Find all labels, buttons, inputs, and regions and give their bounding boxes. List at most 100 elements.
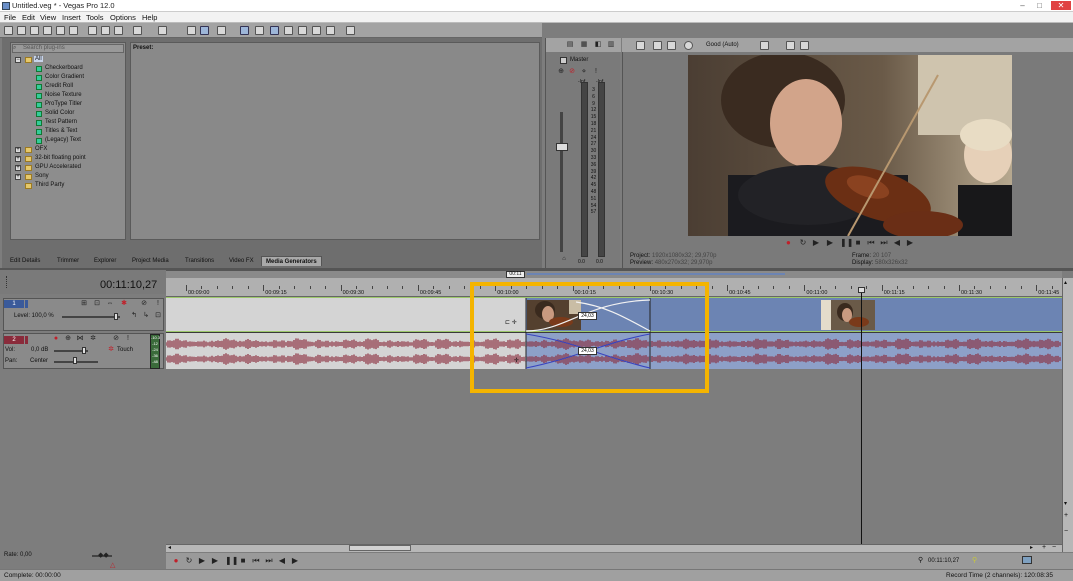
track-motion-icon[interactable]: ⊞ bbox=[80, 300, 88, 308]
tree-item-32bit[interactable]: 32-bit floating point bbox=[35, 155, 86, 161]
whats-this-help-icon[interactable] bbox=[346, 26, 355, 35]
track-fx-icon[interactable]: ⊡ bbox=[93, 300, 101, 308]
loop-playback-icon[interactable]: ↻ bbox=[185, 557, 193, 565]
search-plugins-input[interactable]: Search plug-ins bbox=[12, 44, 124, 53]
tree-item-credit-roll[interactable]: Credit Roll bbox=[45, 83, 73, 89]
tree-item-gpu[interactable]: GPU Accelerated bbox=[35, 164, 81, 170]
tab-trimmer[interactable]: Trimmer bbox=[53, 256, 83, 266]
preview-play-icon[interactable]: ▶ bbox=[826, 239, 834, 247]
tab-media-generators[interactable]: Media Generators bbox=[261, 256, 322, 266]
zoom-out-track-icon[interactable]: − bbox=[1064, 528, 1068, 535]
expand-icon[interactable]: + bbox=[15, 165, 21, 171]
playhead-cursor[interactable] bbox=[861, 289, 862, 544]
track-mute-icon[interactable]: ⊘ bbox=[140, 300, 148, 308]
snap-icon[interactable] bbox=[187, 26, 196, 35]
split-tool-icon[interactable] bbox=[298, 26, 307, 35]
save-snapshot-icon[interactable] bbox=[800, 41, 809, 50]
preview-properties-icon[interactable] bbox=[636, 41, 645, 50]
tree-item-all[interactable]: All bbox=[34, 56, 43, 62]
cut-icon[interactable] bbox=[88, 26, 97, 35]
master-automation-icon[interactable]: ! bbox=[592, 68, 600, 76]
track-automation-icon[interactable]: ✱ bbox=[120, 300, 128, 308]
play-icon[interactable]: ▶ bbox=[211, 557, 219, 565]
compositing-child-icon[interactable]: ↳ bbox=[142, 312, 150, 320]
preview-go-end-icon[interactable]: ⏭ bbox=[880, 239, 888, 247]
preview-go-start-icon[interactable]: ⏮ bbox=[867, 239, 875, 247]
preview-next-frame-icon[interactable]: ▶ bbox=[906, 239, 914, 247]
audio-fx-icon[interactable]: ⊕ bbox=[64, 335, 72, 343]
master-solo-icon[interactable]: ⋄ bbox=[580, 68, 588, 76]
tree-item-noise-texture[interactable]: Noise Texture bbox=[45, 92, 82, 98]
zoom-out-time-icon[interactable]: − bbox=[1052, 544, 1056, 551]
tree-item-test-pattern[interactable]: Test Pattern bbox=[45, 119, 77, 125]
collapse-icon[interactable]: − bbox=[15, 57, 21, 63]
copy-snapshot-icon[interactable] bbox=[786, 41, 795, 50]
new-icon[interactable] bbox=[4, 26, 13, 35]
horizontal-scroll-thumb[interactable] bbox=[349, 545, 411, 551]
header-grip[interactable] bbox=[6, 276, 8, 288]
mixer-downmix-icon[interactable]: ◧ bbox=[594, 41, 602, 49]
maximize-button[interactable]: □ bbox=[1034, 1, 1045, 10]
loop-region-label[interactable]: 00:11 bbox=[506, 271, 525, 278]
tab-video-fx[interactable]: Video FX bbox=[225, 256, 258, 266]
next-frame-icon[interactable]: ▶ bbox=[291, 557, 299, 565]
menu-help[interactable]: Help bbox=[142, 13, 157, 22]
master-checkbox[interactable] bbox=[560, 57, 567, 64]
menu-edit[interactable]: Edit bbox=[22, 13, 35, 22]
envelope-tool-icon[interactable] bbox=[255, 26, 264, 35]
mixer-insert-icon[interactable]: ▦ bbox=[580, 41, 588, 49]
paste-icon[interactable] bbox=[114, 26, 123, 35]
audio-mute-icon[interactable]: ⊘ bbox=[112, 335, 120, 343]
preview-loop-icon[interactable]: ↻ bbox=[799, 239, 807, 247]
tab-project-media[interactable]: Project Media bbox=[128, 256, 173, 266]
timeline-horizontal-scrollbar[interactable] bbox=[166, 544, 1062, 552]
menu-file[interactable]: File bbox=[4, 13, 16, 22]
audio-automation-icon[interactable]: ✲ bbox=[89, 335, 97, 343]
tree-item-sony[interactable]: Sony bbox=[35, 173, 49, 179]
play-from-start-icon[interactable]: ▶ bbox=[198, 557, 206, 565]
normal-edit-tool-icon[interactable] bbox=[240, 26, 249, 35]
make-compositing-icon[interactable]: ⊡ bbox=[154, 312, 162, 320]
audio-pan-knob[interactable] bbox=[73, 357, 77, 364]
save-icon[interactable] bbox=[30, 26, 39, 35]
preview-quality-dropdown[interactable]: Good (Auto) bbox=[706, 42, 739, 48]
open-icon[interactable] bbox=[17, 26, 26, 35]
master-fader-knob[interactable] bbox=[556, 143, 568, 151]
compositing-mode-icon[interactable]: ⇔ bbox=[106, 300, 114, 308]
zoom-in-time-icon[interactable]: + bbox=[1042, 544, 1046, 551]
scroll-right-icon[interactable]: ▸ bbox=[1030, 544, 1033, 551]
preview-fx-icon[interactable] bbox=[667, 41, 676, 50]
tree-item-color-gradient[interactable]: Color Gradient bbox=[45, 74, 84, 80]
stop-icon[interactable]: ■ bbox=[239, 557, 247, 565]
master-lock-icon[interactable]: ⌂ bbox=[560, 255, 568, 263]
properties-icon[interactable] bbox=[69, 26, 78, 35]
mixer-settings-icon[interactable]: ▤ bbox=[566, 41, 574, 49]
timeline-vertical-scrollbar[interactable] bbox=[1062, 278, 1073, 552]
pause-icon[interactable]: ❚❚ bbox=[225, 557, 238, 565]
preview-pause-icon[interactable]: ❚❚ bbox=[840, 239, 853, 247]
expand-icon[interactable]: + bbox=[15, 174, 21, 180]
scroll-up-icon[interactable]: ▴ bbox=[1064, 279, 1067, 286]
preview-stop-icon[interactable]: ■ bbox=[854, 239, 862, 247]
split-screen-icon[interactable] bbox=[684, 41, 693, 50]
preview-record-icon[interactable]: ● bbox=[786, 239, 795, 247]
go-to-start-icon[interactable]: ⏮ bbox=[252, 557, 260, 565]
copy-icon[interactable] bbox=[101, 26, 110, 35]
tree-item-solid-color[interactable]: Solid Color bbox=[45, 110, 74, 116]
automation-mode-icon[interactable]: ✲ bbox=[107, 346, 115, 354]
menu-tools[interactable]: Tools bbox=[86, 13, 104, 22]
audio-vol-knob[interactable] bbox=[82, 347, 86, 354]
render-icon[interactable] bbox=[56, 26, 65, 35]
go-to-end-icon[interactable]: ⏭ bbox=[265, 557, 273, 565]
tree-item-titles-text[interactable]: Titles & Text bbox=[45, 128, 77, 134]
tree-item-ofx[interactable]: OFX bbox=[35, 146, 47, 152]
rate-knob-icon[interactable]: ◆◆ bbox=[98, 551, 109, 559]
lock-envelopes-icon[interactable] bbox=[217, 26, 226, 35]
compositing-parent-icon[interactable]: ↰ bbox=[130, 312, 138, 320]
external-monitor-icon[interactable] bbox=[653, 41, 662, 50]
mixer-dim-icon[interactable]: ▥ bbox=[607, 41, 615, 49]
master-mute-icon[interactable]: ⊘ bbox=[568, 68, 576, 76]
scroll-left-icon[interactable]: ◂ bbox=[168, 544, 171, 551]
zoom-in-track-icon[interactable]: + bbox=[1064, 512, 1068, 519]
tree-item-legacy-text[interactable]: (Legacy) Text bbox=[45, 137, 81, 143]
